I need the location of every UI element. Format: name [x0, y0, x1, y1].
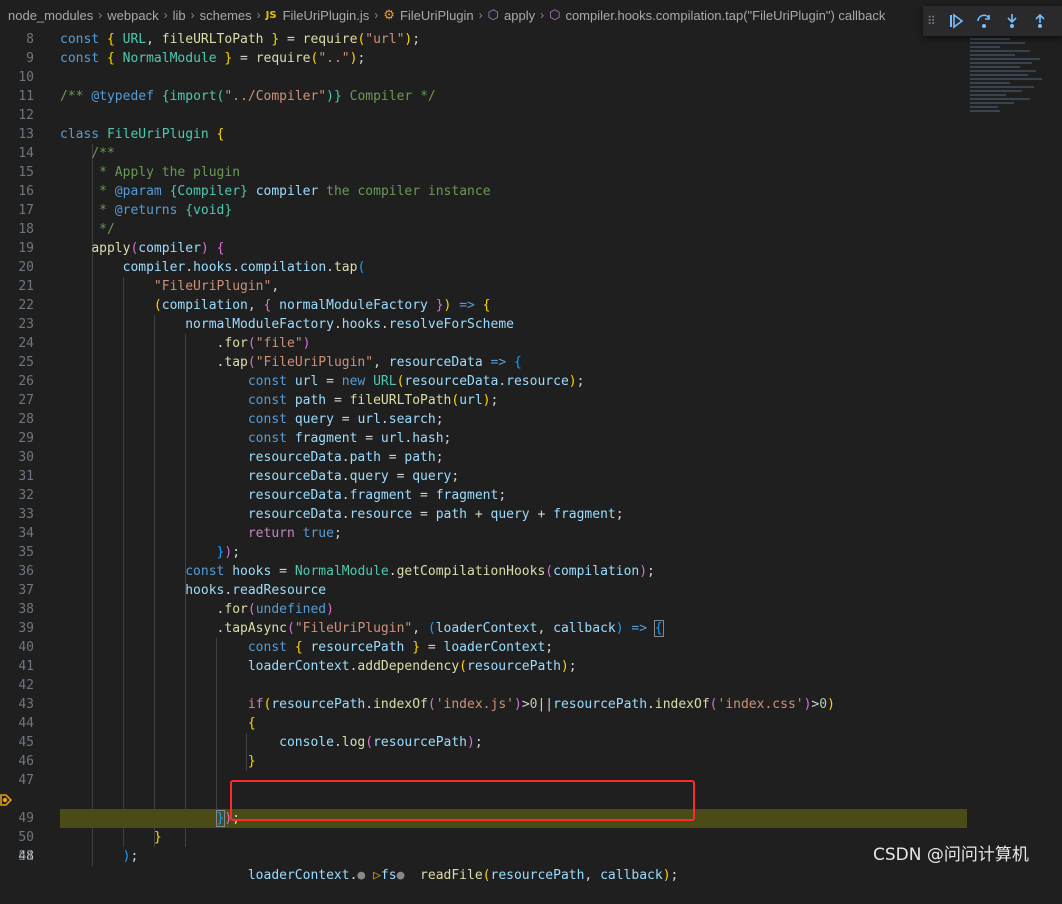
breadcrumb-item-webpack[interactable]: webpack	[107, 8, 158, 23]
class-symbol-icon: ⚙	[383, 7, 395, 22]
code-line: 24 .for("file")	[18, 336, 311, 351]
watermark: CSDN @问问计算机	[873, 845, 1029, 865]
inline-breakpoint-dot-icon[interactable]: ●	[357, 868, 365, 883]
code-line: 40 const { resourcePath } = loaderContex…	[18, 640, 554, 655]
chevron-right-icon: ›	[540, 8, 545, 22]
code-line: 19 apply(compiler) {	[18, 241, 225, 256]
method-symbol-icon: ⬡	[549, 7, 561, 22]
code-line: 30 resourceData.path = path;	[18, 450, 444, 465]
breadcrumb-item-node-modules[interactable]: node_modules	[8, 8, 93, 23]
code-line: 22 (compilation, { normalModuleFactory }…	[18, 298, 491, 313]
code-line: 17 * @returns {void}	[18, 203, 233, 218]
breadcrumb: node_modules › webpack › lib › schemes ›…	[0, 0, 1062, 30]
code-line: 42	[18, 678, 34, 693]
method-symbol-icon: ⬡	[487, 7, 500, 22]
code-line: 36 const hooks = NormalModule.getCompila…	[18, 564, 655, 579]
chevron-right-icon: ›	[478, 8, 483, 22]
breakpoint-arrow-icon[interactable]	[0, 794, 12, 806]
code-line: 16 * @param {Compiler} compiler the comp…	[18, 184, 491, 199]
breadcrumb-item-schemes[interactable]: schemes	[200, 8, 252, 23]
code-line: 23 normalModuleFactory.hooks.resolveForS…	[18, 317, 514, 332]
debug-toolbar: ⠿	[923, 6, 1062, 36]
chevron-right-icon: ›	[256, 8, 261, 22]
code-line: 20 compiler.hooks.compilation.tap(	[18, 260, 366, 275]
breadcrumb-item-class[interactable]: ⚙ FileUriPlugin	[383, 7, 473, 23]
code-line: 32 resourceData.fragment = fragment;	[18, 488, 507, 503]
continue-icon	[950, 13, 964, 29]
code-line: 35 });	[18, 545, 241, 560]
code-line: 29 const fragment = url.hash;	[18, 431, 452, 446]
code-line: 27 const path = fileURLToPath(url);	[18, 393, 499, 408]
code-line: 10	[18, 70, 34, 85]
code-line: 28 const query = url.search;	[18, 412, 444, 427]
step-into-button[interactable]	[999, 8, 1025, 34]
breadcrumb-item-callback[interactable]: ⬡ compiler.hooks.compilation.tap("FileUri…	[549, 7, 885, 23]
code-line: 39 .tapAsync("FileUriPlugin", (loaderCon…	[18, 620, 664, 637]
inline-breakpoint-dot-icon[interactable]: ●	[397, 868, 405, 883]
minimap[interactable]	[970, 36, 1050, 146]
step-into-icon	[1007, 14, 1017, 28]
code-line: 37 hooks.readResource	[18, 583, 327, 598]
chevron-right-icon: ›	[374, 8, 379, 22]
code-line: 8 const { URL, fileURLToPath } = require(…	[26, 32, 421, 47]
code-line: 18 */	[18, 222, 115, 237]
breadcrumb-item-lib[interactable]: lib	[173, 8, 186, 23]
chevron-right-icon: ›	[98, 8, 103, 22]
code-line: 21 "FileUriPlugin",	[18, 279, 280, 294]
chevron-right-icon: ›	[190, 8, 195, 22]
code-line: 33 resourceData.resource = path + query …	[18, 507, 624, 522]
code-line: 14 /**	[18, 146, 115, 161]
code-line: 25 .tap("FileUriPlugin", resourceData =>…	[18, 355, 522, 370]
continue-button[interactable]	[943, 8, 969, 34]
step-over-button[interactable]	[971, 8, 997, 34]
code-line: 31 resourceData.query = query;	[18, 469, 460, 484]
code-line: 43 if(resourcePath.indexOf('index.js')>0…	[18, 697, 835, 712]
annotation-highlight-box	[230, 780, 695, 821]
code-line: 41 loaderContext.addDependency(resourceP…	[18, 659, 577, 674]
step-over-icon	[977, 14, 990, 28]
code-line: 9 const { NormalModule } = require("..");	[26, 51, 366, 66]
code-line: 45 console.log(resourcePath);	[18, 735, 483, 750]
breadcrumb-item-file[interactable]: JS FileUriPlugin.js	[266, 8, 370, 23]
javascript-file-icon: JS	[265, 9, 277, 21]
code-line: 44 {	[18, 716, 256, 731]
step-out-button[interactable]	[1027, 8, 1053, 34]
code-line: 34 return true;	[18, 526, 342, 541]
code-editor[interactable]: 8 const { URL, fileURLToPath } = require(…	[0, 30, 1062, 883]
code-line: 13 class FileUriPlugin {	[18, 127, 225, 142]
code-line: 15 * Apply the plugin	[18, 165, 241, 180]
chevron-right-icon: ›	[163, 8, 168, 22]
inline-breakpoint-arrow-icon[interactable]: ▷	[373, 868, 381, 883]
drag-handle-icon[interactable]: ⠿	[927, 14, 941, 28]
code-line: 12	[18, 108, 34, 123]
breadcrumb-item-method[interactable]: ⬡ apply	[488, 7, 535, 23]
code-line: 26 const url = new URL(resourceData.reso…	[18, 374, 585, 389]
code-line: 11/** @typedef {import("../Compiler")} C…	[18, 89, 436, 104]
code-line: 38 .for(undefined)	[18, 602, 334, 617]
code-line: 46 }	[18, 754, 256, 769]
step-out-icon	[1035, 13, 1045, 28]
